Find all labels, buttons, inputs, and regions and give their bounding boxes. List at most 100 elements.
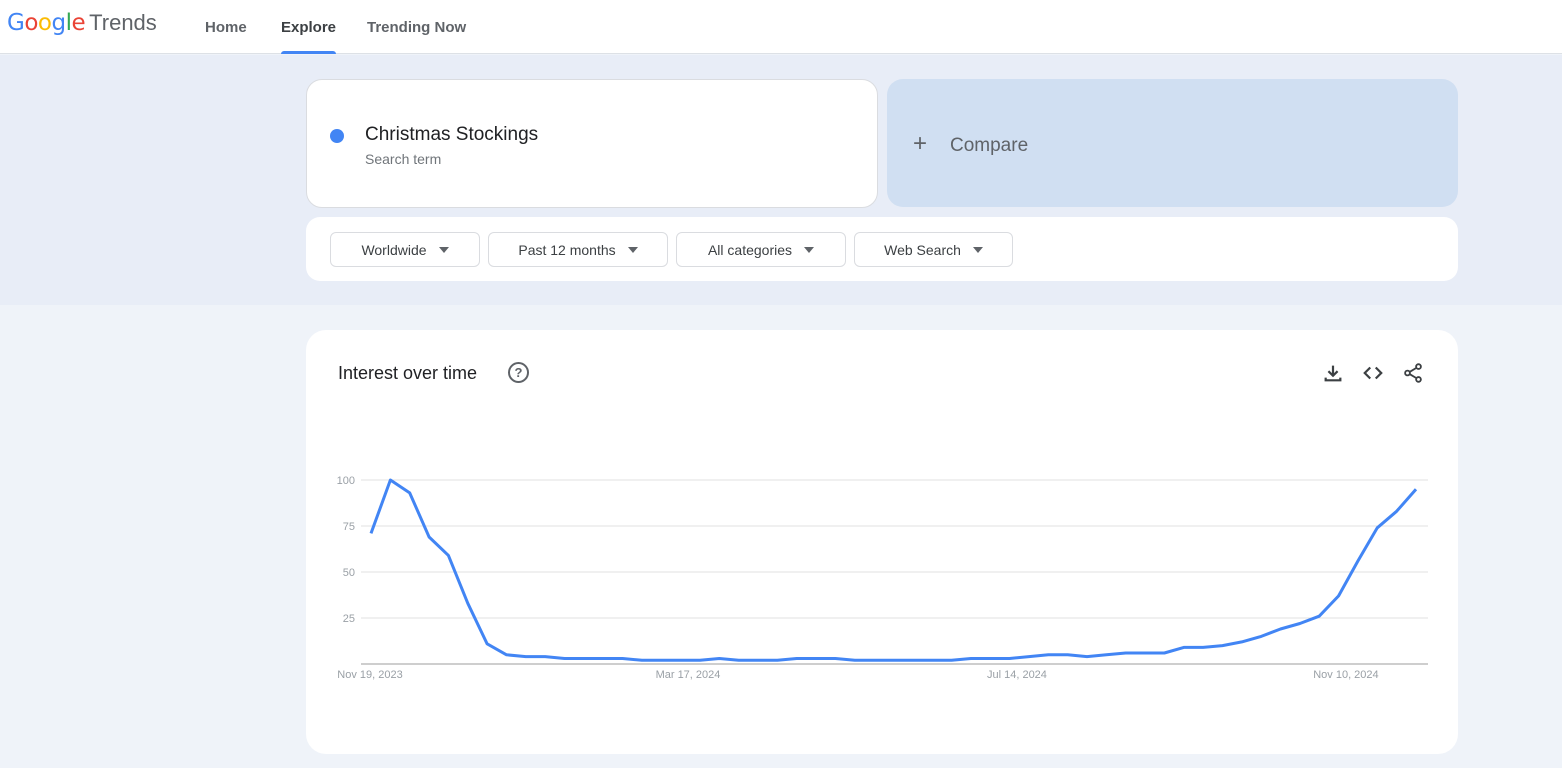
data-point[interactable]	[1025, 653, 1033, 661]
data-point[interactable]	[870, 656, 878, 664]
data-point[interactable]	[793, 654, 801, 662]
data-point[interactable]	[425, 533, 433, 541]
data-point[interactable]	[890, 656, 898, 664]
filter-label: Worldwide	[361, 241, 427, 258]
data-point[interactable]	[386, 476, 394, 484]
series-layer	[367, 476, 1420, 664]
nav-trending-label: Trending Now	[367, 18, 467, 36]
data-point[interactable]	[1006, 654, 1014, 662]
data-point[interactable]	[1238, 638, 1246, 646]
data-point[interactable]	[948, 656, 956, 664]
data-point[interactable]	[1218, 642, 1226, 650]
nav-explore[interactable]: Explore	[281, 0, 337, 54]
filter-bar: Worldwide Past 12 months All categories …	[306, 217, 1458, 281]
data-point[interactable]	[599, 654, 607, 662]
time-range-filter[interactable]: Past 12 months	[488, 232, 668, 267]
data-point[interactable]	[483, 640, 491, 648]
data-point[interactable]	[1122, 649, 1130, 657]
nav-explore-label: Explore	[281, 18, 337, 36]
logo-letter: o	[37, 10, 52, 36]
category-filter[interactable]: All categories	[676, 232, 846, 267]
filter-label: Web Search	[884, 241, 961, 258]
data-point[interactable]	[522, 653, 530, 661]
data-point[interactable]	[986, 654, 994, 662]
data-point[interactable]	[1354, 557, 1362, 565]
data-point[interactable]	[1412, 485, 1420, 493]
data-point[interactable]	[1373, 524, 1381, 532]
data-point[interactable]	[444, 551, 452, 559]
data-point[interactable]	[541, 653, 549, 661]
data-point[interactable]	[1180, 643, 1188, 651]
y-tick-label: 25	[343, 613, 355, 625]
location-filter[interactable]: Worldwide	[330, 232, 480, 267]
search-term-type: Search term	[365, 151, 442, 167]
data-point[interactable]	[773, 656, 781, 664]
plus-icon: +	[913, 130, 928, 157]
compare-button[interactable]: + Compare	[887, 79, 1458, 207]
data-point[interactable]	[1257, 632, 1265, 640]
data-point[interactable]	[715, 654, 723, 662]
data-point[interactable]	[1141, 649, 1149, 657]
data-point[interactable]	[967, 654, 975, 662]
logo-letter: o	[24, 10, 38, 36]
y-axis-ticks: 25 50 75 100	[337, 475, 355, 625]
data-point[interactable]	[1393, 507, 1401, 515]
logo-letter: g	[51, 10, 66, 36]
nav-home-label: Home	[205, 18, 247, 36]
data-point[interactable]	[619, 654, 627, 662]
data-point[interactable]	[1044, 651, 1052, 659]
x-tick-label: Mar 17, 2024	[656, 669, 721, 681]
logo-product-name: Trends	[89, 10, 157, 35]
y-tick-label: 50	[343, 567, 355, 579]
data-point[interactable]	[812, 654, 820, 662]
y-tick-label: 100	[337, 475, 355, 487]
data-point[interactable]	[1199, 643, 1207, 651]
google-trends-logo[interactable]: Google Trends	[7, 10, 157, 36]
filter-label: Past 12 months	[518, 241, 616, 258]
data-point[interactable]	[1296, 620, 1304, 628]
x-tick-label: Nov 10, 2024	[1313, 669, 1378, 681]
data-point[interactable]	[928, 656, 936, 664]
data-point[interactable]	[657, 656, 665, 664]
data-point[interactable]	[406, 489, 414, 497]
data-point[interactable]	[1335, 592, 1343, 600]
data-point[interactable]	[367, 529, 375, 537]
data-point[interactable]	[502, 651, 510, 659]
data-point[interactable]	[909, 656, 917, 664]
data-point[interactable]	[638, 656, 646, 664]
data-point[interactable]	[1160, 649, 1168, 657]
search-term-card[interactable]: Christmas Stockings Search term	[306, 79, 878, 208]
y-tick-label: 75	[343, 521, 355, 533]
gridlines	[361, 479, 1428, 665]
interest-over-time-card: Interest over time ? 25 50 75 100 Nov 19, 2…	[306, 330, 1458, 754]
search-term-name[interactable]: Christmas Stockings	[365, 124, 538, 146]
data-point[interactable]	[1102, 651, 1110, 659]
data-point[interactable]	[1277, 625, 1285, 633]
chevron-down-icon	[804, 246, 815, 253]
chevron-down-icon	[627, 246, 638, 253]
search-type-filter[interactable]: Web Search	[854, 232, 1013, 267]
data-point[interactable]	[464, 599, 472, 607]
data-point[interactable]	[851, 656, 859, 664]
logo-letter: G	[7, 10, 25, 36]
compare-label: Compare	[950, 135, 1029, 156]
data-point[interactable]	[1083, 653, 1091, 661]
data-point[interactable]	[677, 656, 685, 664]
x-axis-ticks: Nov 19, 2023 Mar 17, 2024 Jul 14, 2024 Nov …	[337, 669, 1378, 681]
nav-trending-now[interactable]: Trending Now	[367, 0, 466, 54]
x-tick-label: Jul 14, 2024	[987, 669, 1047, 681]
data-point[interactable]	[735, 656, 743, 664]
data-point[interactable]	[561, 654, 569, 662]
data-point[interactable]	[1315, 612, 1323, 620]
data-point[interactable]	[1064, 651, 1072, 659]
active-tab-indicator	[281, 51, 337, 54]
chevron-down-icon	[972, 246, 983, 253]
data-point[interactable]	[580, 654, 588, 662]
data-point[interactable]	[696, 656, 704, 664]
nav-home[interactable]: Home	[205, 0, 247, 54]
interest-line-chart: 25 50 75 100 Nov 19, 2023 Mar 17, 2024 Jul 14…	[337, 475, 1428, 681]
data-point[interactable]	[754, 656, 762, 664]
term-color-dot	[330, 129, 344, 143]
data-point[interactable]	[831, 654, 839, 662]
chevron-down-icon	[438, 246, 449, 253]
